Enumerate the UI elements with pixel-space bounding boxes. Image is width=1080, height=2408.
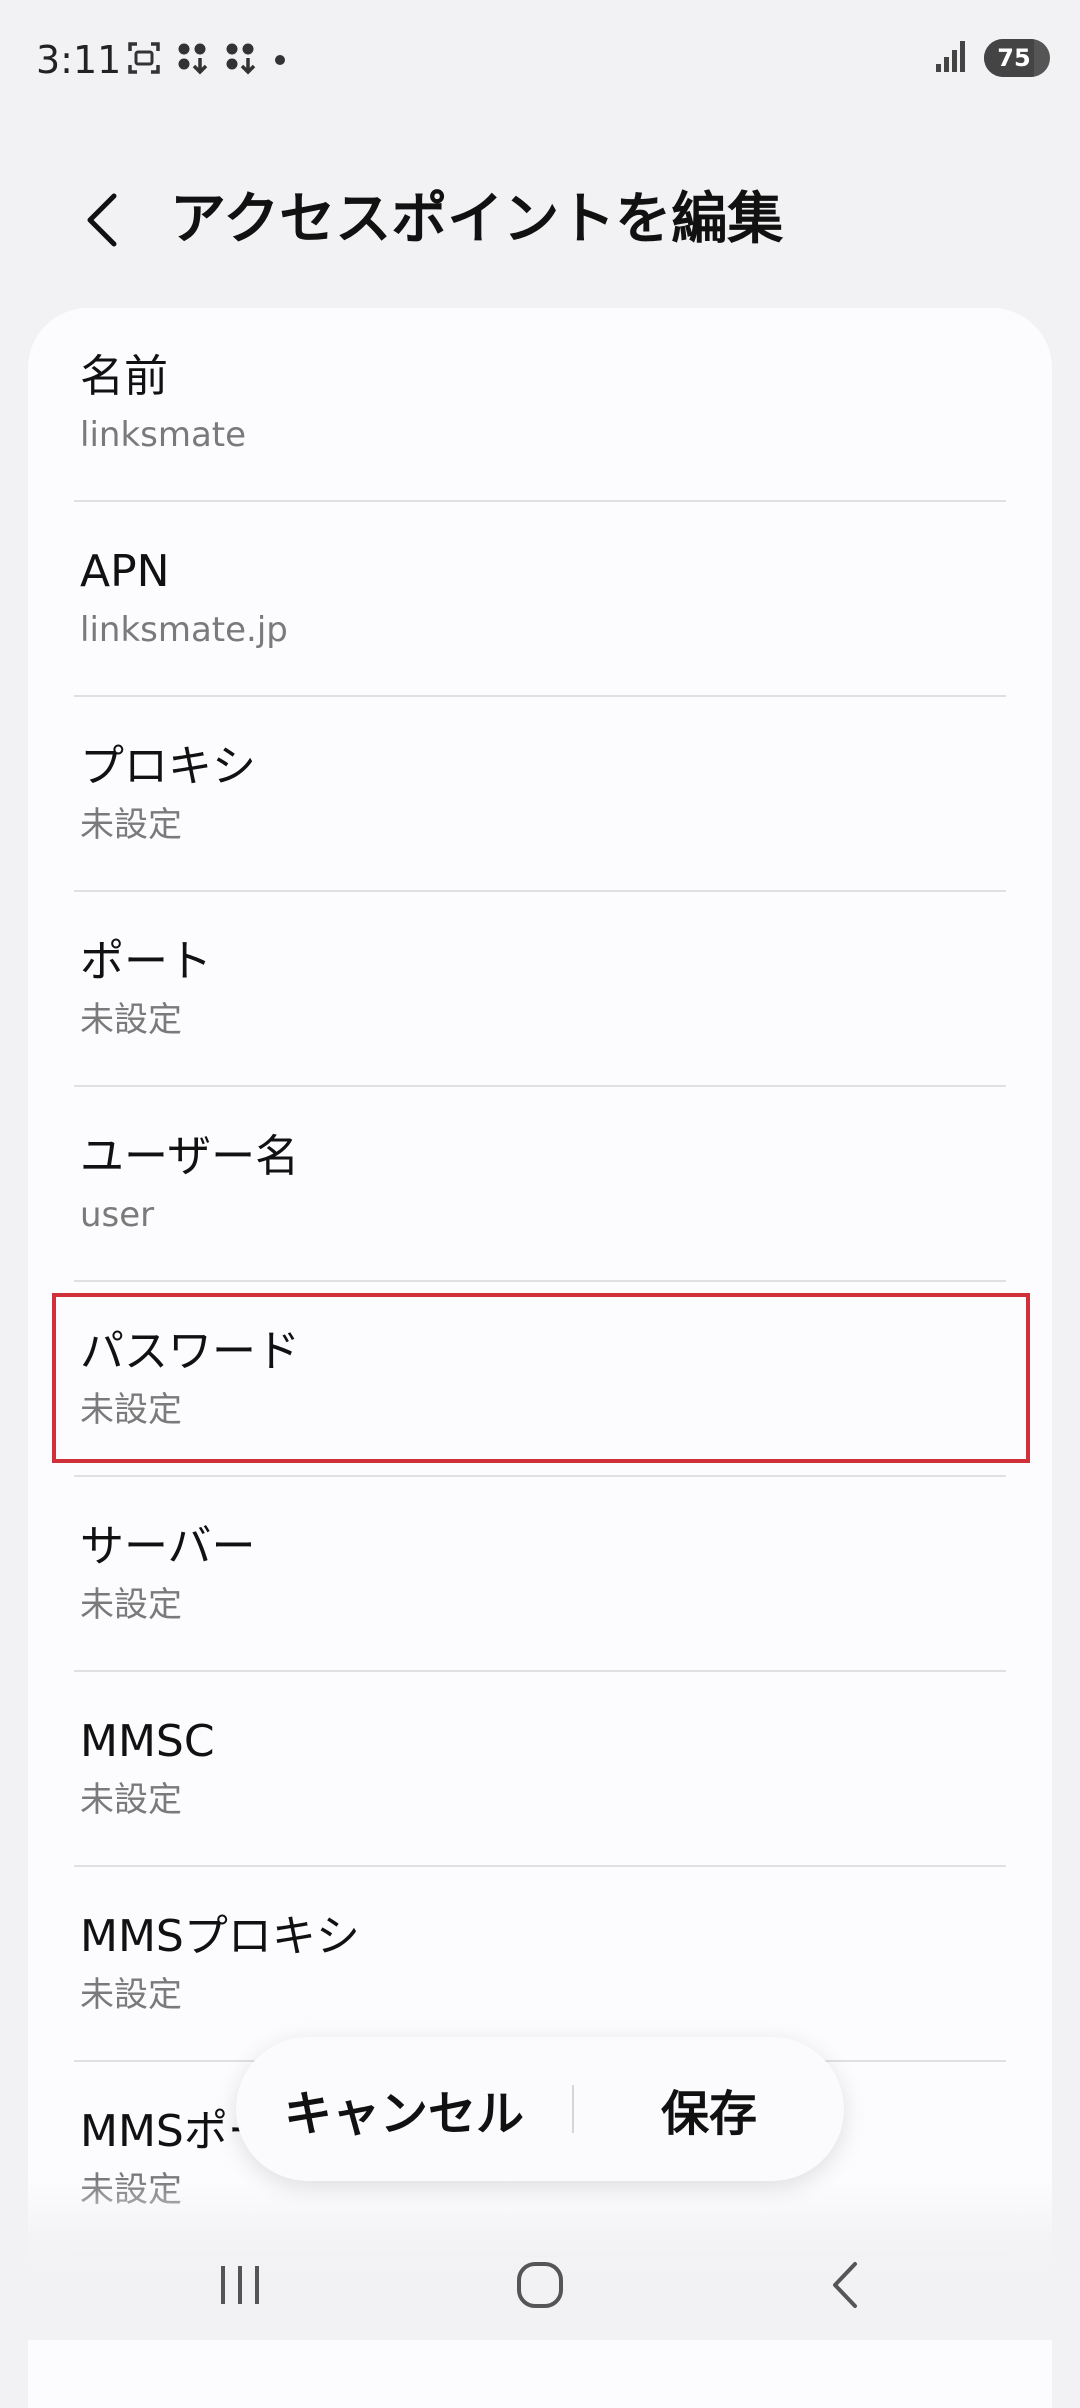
signal-icon — [934, 38, 970, 78]
status-icons-right: 75 — [934, 38, 1050, 78]
list-item-proxy[interactable]: プロキシ 未設定 — [28, 698, 1052, 892]
divider — [74, 1670, 1006, 1672]
divider — [74, 695, 1006, 697]
list-item-apn[interactable]: APN linksmate.jp — [28, 503, 1052, 697]
item-label: MMSプロキシ — [80, 1911, 360, 1962]
status-time: 3:11 — [36, 38, 122, 82]
dot-icon — [270, 40, 290, 80]
recent-apps-icon — [221, 2266, 259, 2304]
item-label: 名前 — [80, 351, 168, 402]
recent-apps-button[interactable] — [190, 2240, 290, 2330]
item-label: ユーザー名 — [80, 1131, 300, 1182]
home-icon — [517, 2262, 563, 2308]
item-label: プロキシ — [80, 741, 256, 792]
status-icons-left — [126, 40, 290, 80]
item-value: linksmate — [80, 415, 247, 455]
action-pill: キャンセル 保存 — [236, 2037, 844, 2181]
nav-back-button[interactable] — [795, 2240, 895, 2330]
item-value: user — [80, 1195, 155, 1235]
divider — [74, 1280, 1006, 1282]
divider — [74, 890, 1006, 892]
divider — [74, 1475, 1006, 1477]
screenshot-icon — [126, 40, 162, 80]
item-value: 未設定 — [80, 1585, 182, 1625]
nav-bar — [0, 2230, 1080, 2340]
item-label: MMSC — [80, 1716, 215, 1767]
list-item-name[interactable]: 名前 linksmate — [28, 308, 1052, 502]
status-bar: 3:11 75 — [0, 0, 1080, 120]
back-button[interactable] — [70, 188, 134, 252]
list-item-username[interactable]: ユーザー名 user — [28, 1088, 1052, 1282]
back-icon — [833, 2262, 857, 2308]
highlight-box — [52, 1293, 1030, 1463]
list-item-server[interactable]: サーバー 未設定 — [28, 1478, 1052, 1672]
item-value: 未設定 — [80, 1975, 182, 2015]
home-button[interactable] — [490, 2240, 590, 2330]
list-item-mms-proxy[interactable]: MMSプロキシ 未設定 — [28, 1868, 1052, 2062]
item-value: linksmate.jp — [80, 610, 288, 650]
app-notification-icon — [222, 40, 258, 80]
divider — [74, 1085, 1006, 1087]
page-title: アクセスポイントを編集 — [170, 187, 784, 252]
battery-level: 75 — [997, 44, 1031, 72]
item-value: 未設定 — [80, 805, 182, 845]
divider — [74, 1865, 1006, 1867]
item-value: 未設定 — [80, 1000, 182, 1040]
save-button[interactable]: 保存 — [574, 2037, 844, 2181]
item-label: ポート — [80, 936, 212, 987]
item-label: サーバー — [80, 1521, 256, 1572]
item-label: APN — [80, 546, 170, 597]
list-item-mmsc[interactable]: MMSC 未設定 — [28, 1673, 1052, 1867]
chevron-left-icon — [87, 193, 117, 247]
list-item-port[interactable]: ポート 未設定 — [28, 893, 1052, 1087]
app-header: アクセスポイントを編集 — [0, 170, 1080, 270]
app-notification-icon — [174, 40, 210, 80]
divider — [74, 500, 1006, 502]
cancel-button[interactable]: キャンセル — [236, 2037, 572, 2181]
battery-icon: 75 — [984, 39, 1050, 77]
item-value: 未設定 — [80, 1780, 182, 1820]
